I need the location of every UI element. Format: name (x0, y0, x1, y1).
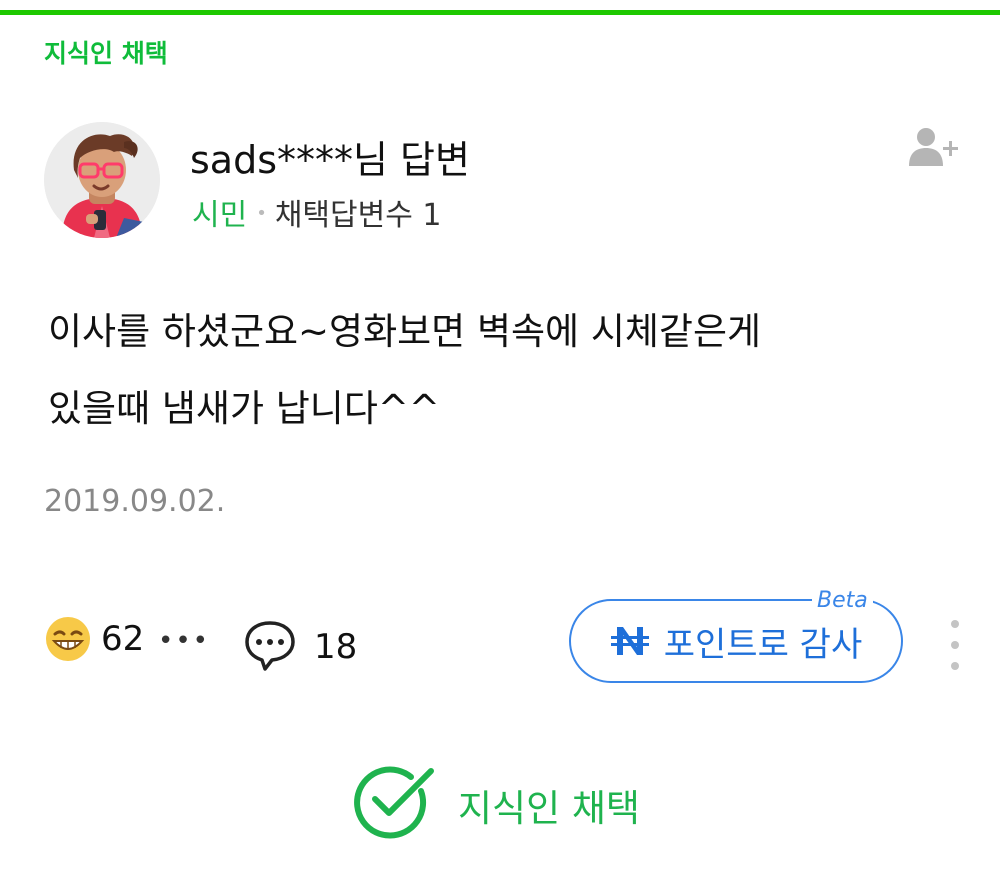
comment-button[interactable]: 18 (243, 618, 357, 672)
kebab-menu-icon[interactable] (945, 618, 965, 674)
comment-icon (245, 621, 295, 671)
chosen-label: 지식인 채택 (44, 39, 168, 68)
comment-count: 18 (314, 627, 358, 667)
author-meta: 시민 • 채택답변수 1 (192, 190, 441, 234)
more-reactions-icon[interactable]: ••• (158, 626, 210, 656)
reaction-count: 62 (101, 619, 145, 659)
meta-separator: • (256, 203, 267, 224)
chosen-footer-label: 지식인 채택 (458, 787, 640, 830)
reaction-button[interactable]: 62 (44, 615, 144, 663)
top-accent-bar (0, 10, 1000, 15)
point-button-label: 포인트로 감사 (663, 624, 863, 665)
check-circle-icon (354, 766, 434, 839)
author-name[interactable]: sads****님 답변 (190, 129, 470, 184)
grin-emoji-icon (46, 617, 90, 661)
answer-body: 이사를 하셨군요~영화보면 벽속에 시체같은게 있을때 냄새가 납니다^^ (48, 310, 762, 430)
npay-icon (610, 627, 649, 655)
add-friend-icon[interactable] (906, 126, 962, 170)
adopted-answer-count: 채택답변수 1 (274, 198, 442, 233)
avatar[interactable] (44, 122, 160, 238)
author-grade: 시민 (192, 198, 248, 233)
answer-date: 2019.09.02. (44, 484, 226, 519)
beta-badge: Beta (812, 588, 873, 613)
